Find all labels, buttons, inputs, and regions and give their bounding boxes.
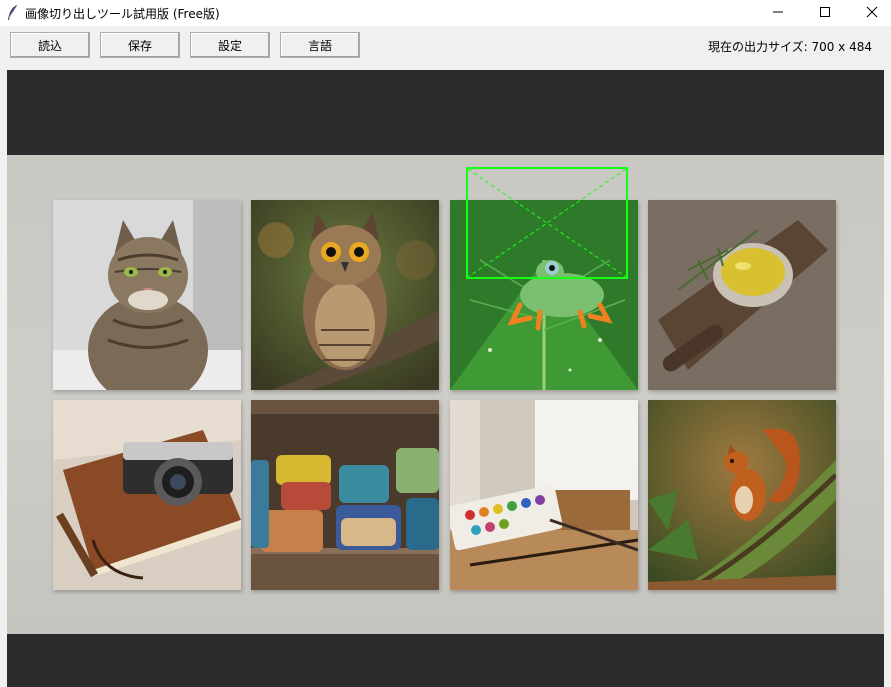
camera-and-notebook-image — [53, 400, 241, 590]
close-button[interactable] — [849, 0, 891, 26]
watercolor-easel-image — [450, 400, 638, 590]
toolbar: 読込 保存 設定 言語 現在の出力サイズ: 700 x 484 — [0, 26, 891, 66]
feather-icon — [6, 4, 20, 22]
language-button[interactable]: 言語 — [280, 32, 360, 58]
image-canvas[interactable] — [7, 70, 884, 687]
load-button[interactable]: 読込 — [10, 32, 90, 58]
owl-image — [251, 200, 439, 390]
maximize-icon — [819, 6, 831, 21]
minimize-icon — [772, 6, 784, 21]
photo-board — [7, 155, 884, 634]
squirrel-image — [648, 400, 836, 590]
ceramic-mugs-image — [251, 400, 439, 590]
maximize-button[interactable] — [802, 0, 848, 26]
settings-button[interactable]: 設定 — [190, 32, 270, 58]
save-button[interactable]: 保存 — [100, 32, 180, 58]
crop-selection-rectangle[interactable] — [466, 167, 628, 279]
olive-oil-bowl-image — [648, 200, 836, 390]
title-bar: 画像切り出しツール試用版 (Free版) — [0, 0, 891, 26]
minimize-button[interactable] — [755, 0, 801, 26]
window-title: 画像切り出しツール試用版 (Free版) — [25, 7, 220, 21]
close-icon — [866, 6, 878, 21]
output-size-label: 現在の出力サイズ: 700 x 484 — [707, 40, 872, 54]
cat-image — [53, 200, 241, 390]
